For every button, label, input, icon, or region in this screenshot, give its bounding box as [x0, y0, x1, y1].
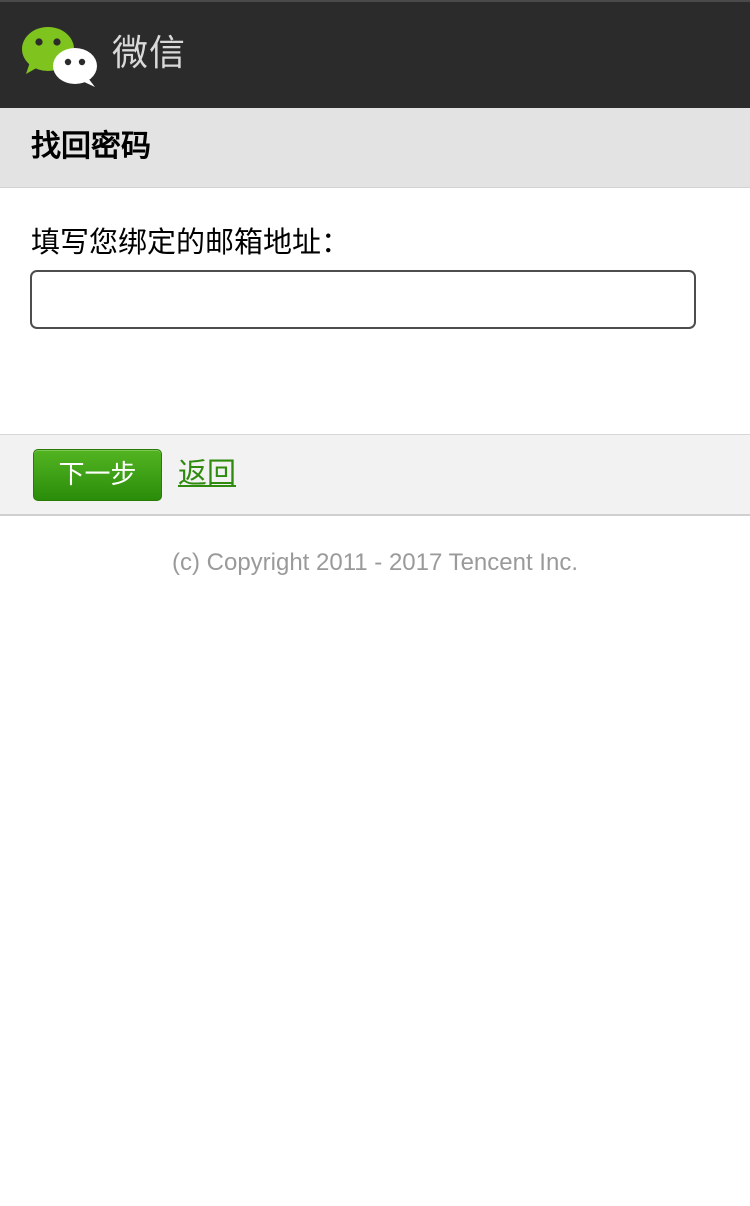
title-bar: 找回密码	[0, 108, 750, 188]
email-field[interactable]	[30, 270, 696, 329]
email-field-label: 填写您绑定的邮箱地址：	[31, 225, 351, 259]
top-bar: 微信	[0, 0, 750, 108]
page-title: 找回密码	[31, 129, 151, 164]
back-link[interactable]: 返回	[178, 453, 236, 493]
next-step-button[interactable]: 下一步	[33, 449, 162, 501]
copyright-text: (c) Copyright 2011 - 2017 Tencent Inc.	[171, 549, 578, 576]
action-bar: 下一步 返回	[0, 434, 750, 516]
wechat-logo-icon	[22, 27, 97, 87]
brand-name: 微信	[112, 33, 187, 74]
